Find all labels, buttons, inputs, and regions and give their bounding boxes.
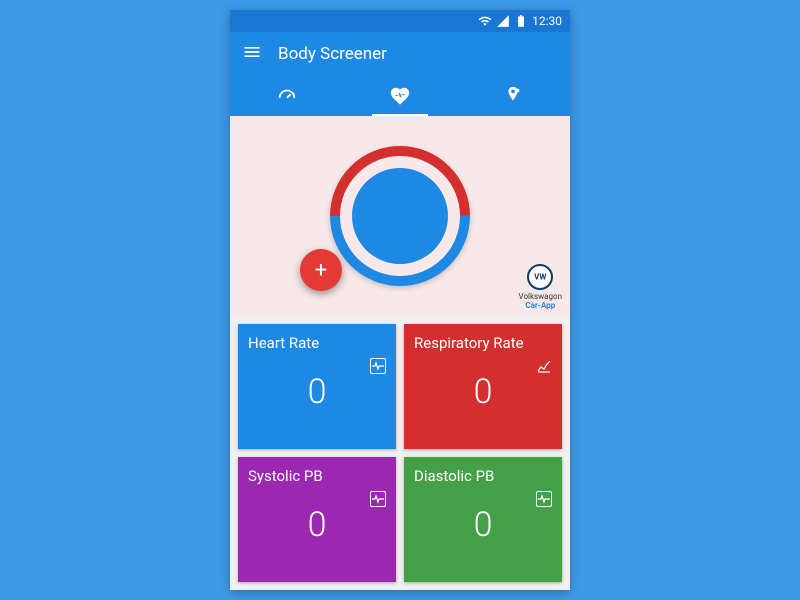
metrics-grid: Heart Rate 0 Respiratory Rate 0 Systolic… [230, 316, 570, 590]
tab-speed[interactable] [230, 76, 343, 116]
add-button[interactable]: + [300, 249, 342, 291]
app-bar: Body Screener [230, 32, 570, 76]
tab-location[interactable] [457, 76, 570, 116]
pulse-icon [370, 491, 386, 507]
card-value: 0 [248, 505, 386, 545]
tab-health[interactable] [343, 76, 456, 116]
card-diastolic-pb[interactable]: Diastolic PB 0 [404, 457, 562, 582]
sponsor-badge[interactable]: Volkswagon Car-App [519, 264, 562, 310]
card-respiratory-rate[interactable]: Respiratory Rate 0 [404, 324, 562, 449]
status-bar: 12:30 [230, 10, 570, 32]
signal-icon [496, 14, 510, 28]
clock: 12:30 [532, 14, 562, 28]
hero-panel: + Volkswagon Car-App [230, 116, 570, 316]
card-label: Heart Rate [248, 334, 386, 352]
card-label: Respiratory Rate [414, 334, 552, 352]
pulse-icon [536, 491, 552, 507]
vw-logo-icon [527, 264, 553, 290]
card-label: Diastolic PB [414, 467, 552, 485]
plus-icon: + [315, 258, 327, 283]
pulse-icon [370, 358, 386, 374]
tab-bar [230, 76, 570, 116]
card-label: Systolic PB [248, 467, 386, 485]
app-title: Body Screener [278, 44, 387, 64]
card-heart-rate[interactable]: Heart Rate 0 [238, 324, 396, 449]
chart-icon [536, 358, 552, 374]
phone-frame: 12:30 Body Screener + [230, 10, 570, 590]
sponsor-name: Volkswagon [519, 292, 562, 301]
card-value: 0 [414, 505, 552, 545]
wifi-icon [478, 14, 492, 28]
card-value: 0 [414, 372, 552, 412]
progress-ring [330, 146, 470, 286]
sponsor-sub: Car-App [519, 301, 562, 310]
battery-icon [514, 14, 528, 28]
menu-icon[interactable] [242, 42, 262, 66]
card-value: 0 [248, 372, 386, 412]
card-systolic-pb[interactable]: Systolic PB 0 [238, 457, 396, 582]
